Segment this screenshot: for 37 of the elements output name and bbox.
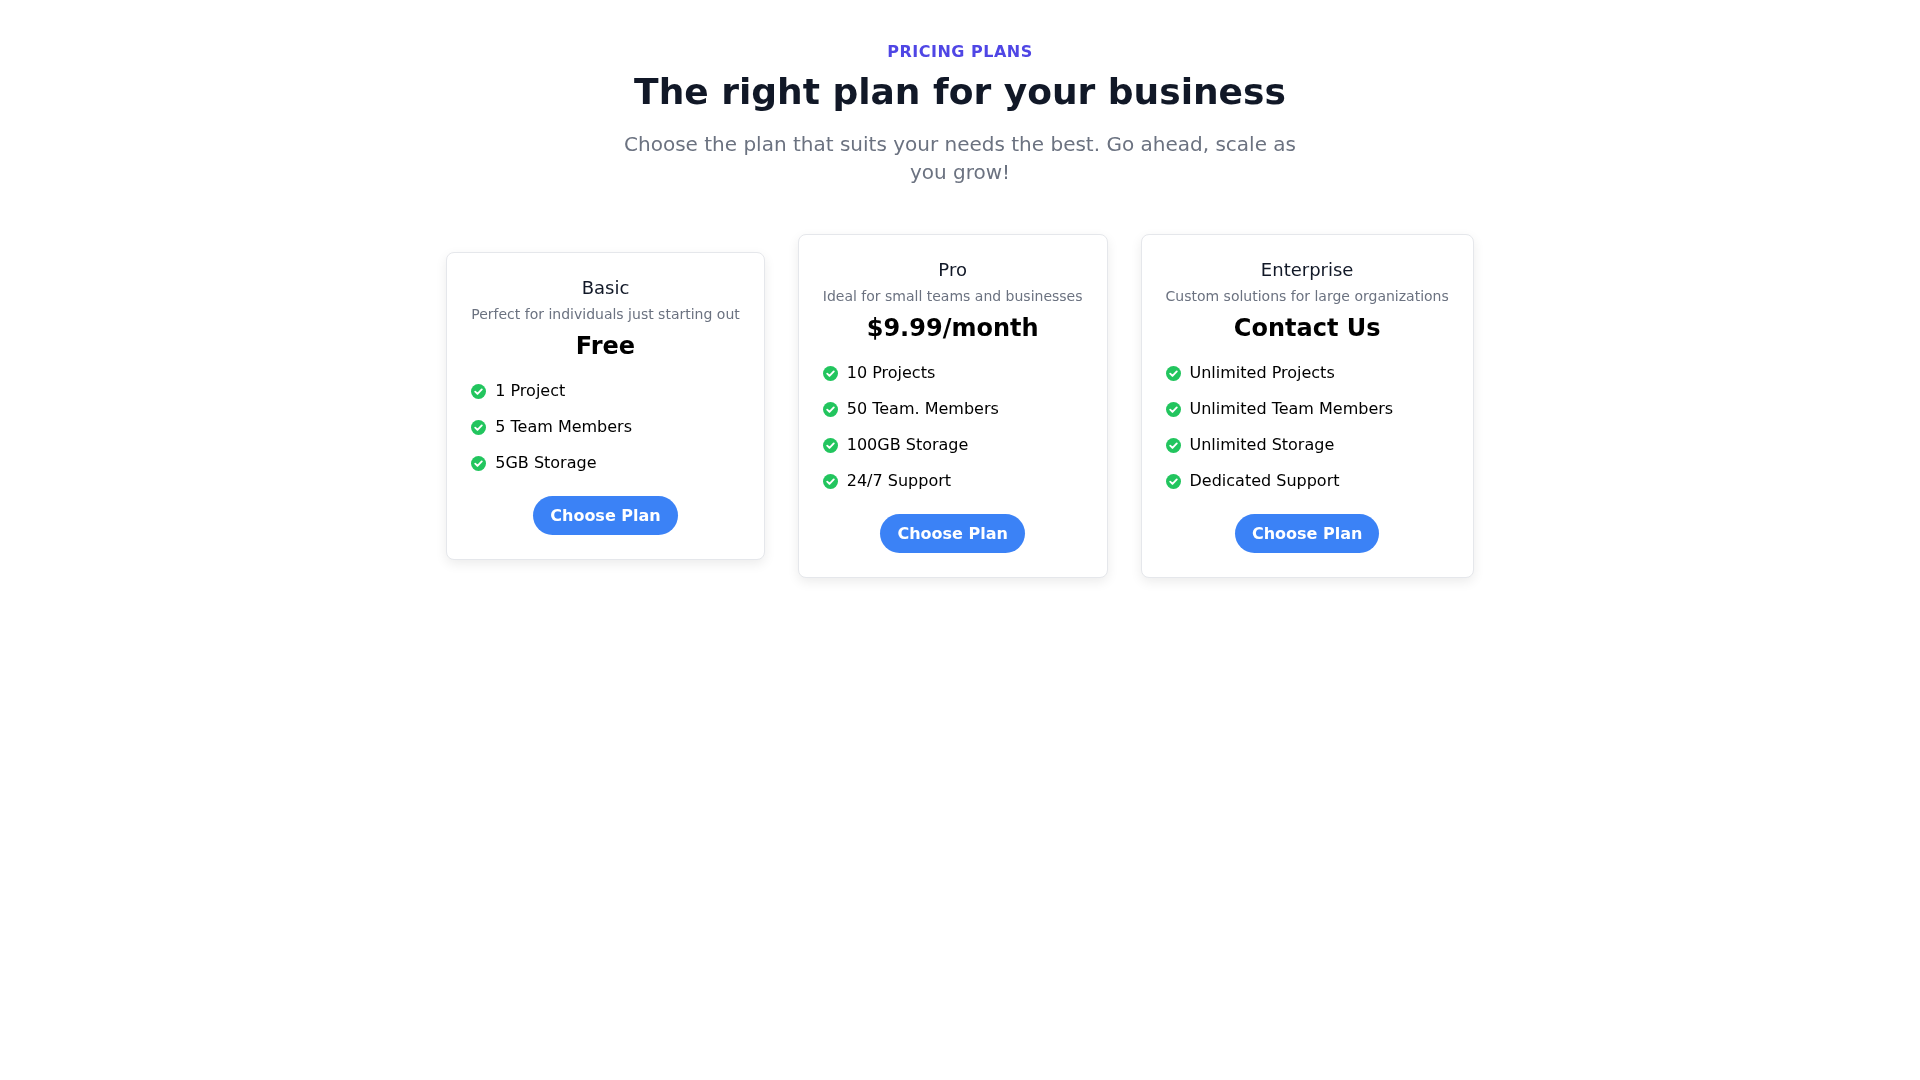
- feature-text: Dedicated Support: [1189, 470, 1340, 492]
- page-subtitle: Choose the plan that suits your needs the best. Go ahead, scale as you grow!: [623, 131, 1297, 186]
- check-icon: [822, 437, 838, 453]
- check-icon: [1165, 437, 1181, 453]
- check-icon: [822, 401, 838, 417]
- feature-text: Unlimited Storage: [1189, 434, 1335, 456]
- choose-plan-button[interactable]: Choose Plan: [880, 514, 1025, 553]
- feature-text: 100GB Storage: [846, 434, 969, 456]
- plan-name: Enterprise: [1260, 259, 1354, 280]
- feature-text: 5GB Storage: [495, 452, 597, 474]
- plan-name: Pro: [938, 259, 967, 280]
- check-icon: [1165, 365, 1181, 381]
- section-label: PRICING PLANS: [887, 42, 1033, 61]
- feature-text: 5 Team Members: [495, 416, 633, 438]
- check-icon: [471, 455, 487, 471]
- choose-plan-button[interactable]: Choose Plan: [533, 496, 678, 535]
- plan-price: Contact Us: [1233, 314, 1381, 342]
- plan-description: Perfect for individuals just starting out: [471, 306, 740, 322]
- check-icon: [822, 473, 838, 489]
- plan-price: $9.99/month: [866, 314, 1039, 342]
- check-icon: [471, 419, 487, 435]
- plan-description: Custom solutions for large organizations: [1165, 288, 1449, 304]
- feature-text: 50 Team. Members: [846, 398, 999, 420]
- feature-text: 24/7 Support: [846, 470, 951, 492]
- choose-plan-button[interactable]: Choose Plan: [1234, 514, 1380, 553]
- feature-text: Unlimited Team Members: [1189, 398, 1394, 420]
- plan-name: Basic: [581, 277, 630, 298]
- check-icon: [822, 365, 838, 381]
- plan-description: Ideal for small teams and businesses: [822, 288, 1083, 304]
- check-icon: [471, 383, 487, 399]
- feature-text: 10 Projects: [846, 362, 936, 384]
- check-icon: [1165, 473, 1181, 489]
- page-title: The right plan for your business: [634, 71, 1286, 112]
- feature-text: Unlimited Projects: [1189, 362, 1335, 384]
- feature-text: 1 Project: [495, 380, 566, 402]
- plan-price: Free: [575, 332, 636, 360]
- check-icon: [1165, 401, 1181, 417]
